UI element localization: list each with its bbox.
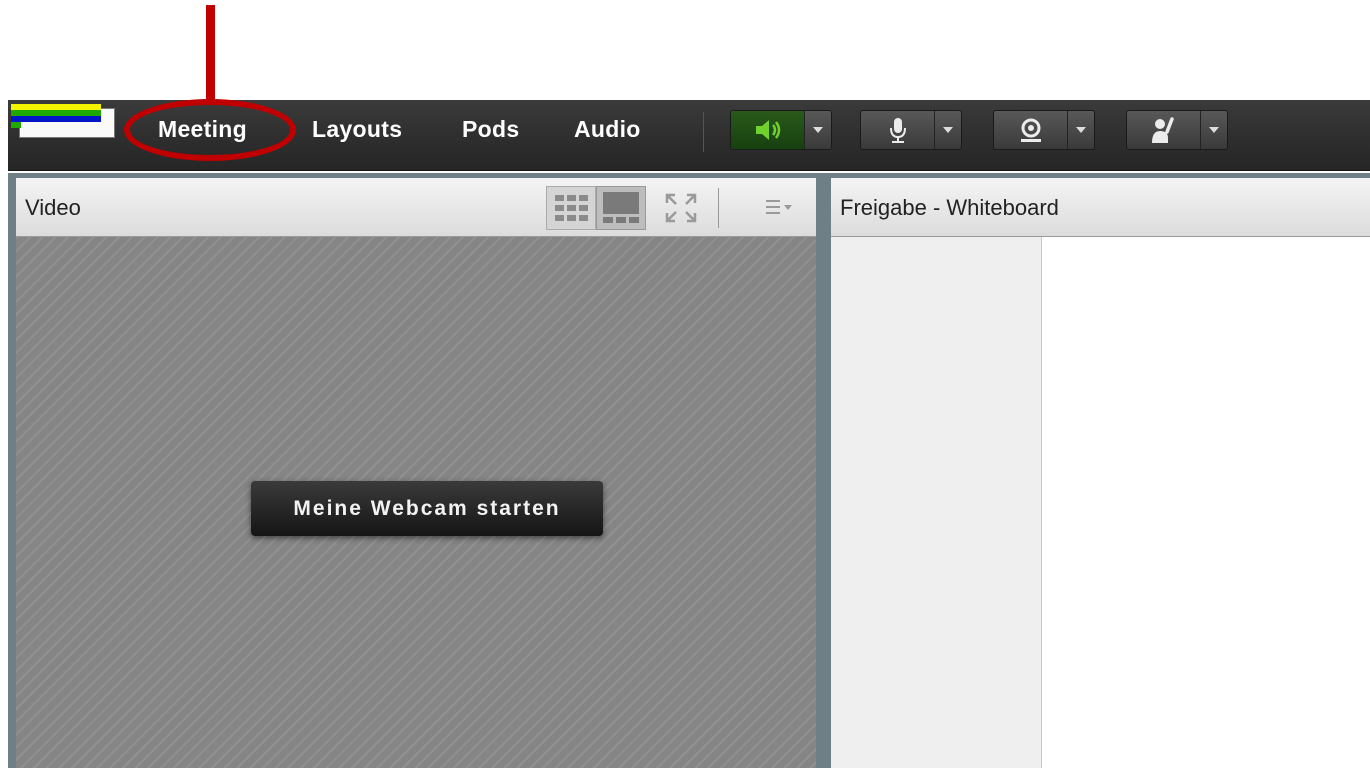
menu-layouts[interactable]: Layouts xyxy=(312,116,402,143)
share-pod-header: Freigabe - Whiteboard xyxy=(831,178,1370,237)
raise-hand-dropdown[interactable] xyxy=(1200,111,1227,149)
video-pod: Video Meine Webcam starten xyxy=(8,173,823,768)
whiteboard-margin xyxy=(831,237,1042,768)
menu-audio[interactable]: Audio xyxy=(574,116,641,143)
grid-view-icon[interactable] xyxy=(546,186,596,230)
menu-pods[interactable]: Pods xyxy=(462,116,519,143)
chevron-down-icon xyxy=(1209,127,1219,133)
start-webcam-button[interactable]: Meine Webcam starten xyxy=(251,481,603,536)
chevron-down-icon xyxy=(813,127,823,133)
video-pod-header: Video xyxy=(16,178,816,237)
annotation-arrow-line xyxy=(206,5,215,101)
app-logo xyxy=(11,102,115,138)
pod-options-menu-icon[interactable] xyxy=(764,196,796,218)
top-menu-bar: Meeting Layouts Pods Audio xyxy=(8,100,1370,171)
microphone-dropdown[interactable] xyxy=(934,111,961,149)
menu-separator xyxy=(703,112,704,152)
chevron-down-icon xyxy=(1076,127,1086,133)
fullscreen-icon[interactable] xyxy=(664,192,698,224)
menu-meeting[interactable]: Meeting xyxy=(158,116,247,143)
webcam-button[interactable] xyxy=(993,110,1095,150)
speaker-dropdown[interactable] xyxy=(804,111,831,149)
header-separator xyxy=(718,188,719,228)
speaker-icon[interactable] xyxy=(731,111,805,149)
chevron-down-icon xyxy=(943,127,953,133)
raise-hand-icon[interactable] xyxy=(1127,111,1201,149)
raise-hand-button[interactable] xyxy=(1126,110,1228,150)
speaker-button[interactable] xyxy=(730,110,832,150)
microphone-button[interactable] xyxy=(860,110,962,150)
share-pod: Freigabe - Whiteboard xyxy=(823,173,1370,768)
share-pod-title: Freigabe - Whiteboard xyxy=(840,195,1059,220)
microphone-icon[interactable] xyxy=(861,111,935,149)
whiteboard-canvas[interactable] xyxy=(1042,237,1370,768)
single-view-icon[interactable] xyxy=(596,186,646,230)
webcam-icon[interactable] xyxy=(994,111,1068,149)
video-pod-title: Video xyxy=(25,195,81,220)
video-area: Meine Webcam starten xyxy=(16,237,816,768)
webcam-dropdown[interactable] xyxy=(1067,111,1094,149)
